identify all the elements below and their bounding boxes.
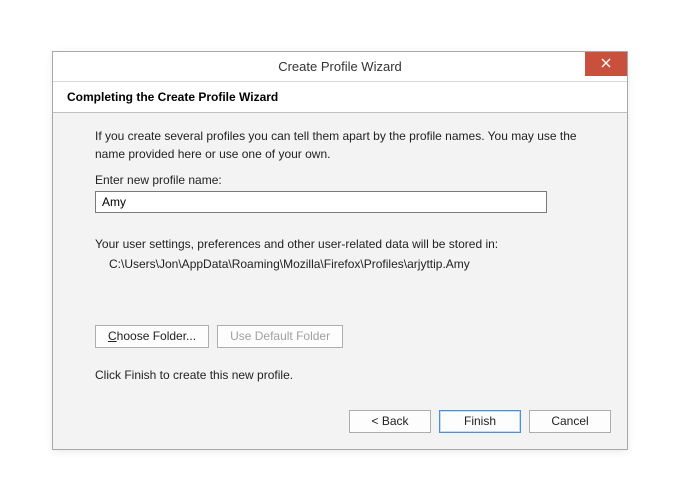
finish-button[interactable]: Finish	[439, 410, 521, 433]
intro-text: If you create several profiles you can t…	[95, 127, 607, 163]
cancel-button[interactable]: Cancel	[529, 410, 611, 433]
wizard-content: If you create several profiles you can t…	[53, 113, 627, 398]
folder-button-row: Choose Folder... Use Default Folder	[95, 325, 607, 348]
storage-location-path: C:\Users\Jon\AppData\Roaming\Mozilla\Fir…	[109, 257, 607, 271]
wizard-footer: < Back Finish Cancel	[53, 398, 627, 449]
use-default-folder-button: Use Default Folder	[217, 325, 343, 348]
create-profile-wizard-dialog: Create Profile Wizard Completing the Cre…	[52, 51, 628, 450]
profile-name-label: Enter new profile name:	[95, 173, 607, 187]
finish-hint-text: Click Finish to create this new profile.	[95, 368, 607, 382]
titlebar: Create Profile Wizard	[53, 52, 627, 82]
storage-location-label: Your user settings, preferences and othe…	[95, 235, 607, 253]
close-button[interactable]	[585, 52, 627, 76]
profile-name-input[interactable]	[95, 191, 547, 213]
back-button[interactable]: < Back	[349, 410, 431, 433]
close-icon	[601, 57, 611, 71]
wizard-subheader: Completing the Create Profile Wizard	[53, 82, 627, 113]
choose-folder-button[interactable]: Choose Folder...	[95, 325, 209, 348]
window-title: Create Profile Wizard	[278, 59, 402, 74]
